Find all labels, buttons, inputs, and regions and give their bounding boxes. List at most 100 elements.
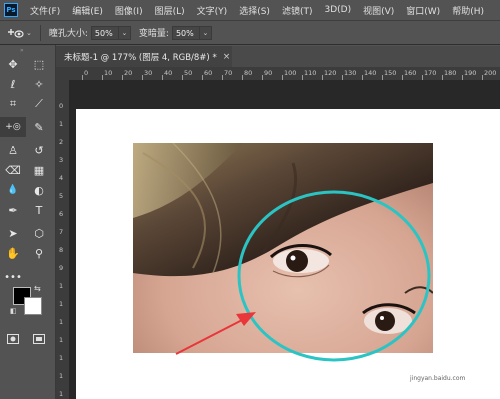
menu-3d[interactable]: 3D(D): [318, 5, 357, 15]
watermark-url: jingyan.baidu.com: [410, 375, 466, 382]
ruler-tick-label: 1: [59, 336, 64, 344]
ruler-tick-label: 5: [59, 192, 64, 200]
ruler-tick-label: 140: [364, 69, 377, 77]
ruler-origin[interactable]: [56, 67, 69, 80]
dodge-tool-icon[interactable]: ◐: [26, 180, 52, 200]
ruler-tick-label: 110: [304, 69, 317, 77]
menu-type[interactable]: 文字(Y): [191, 4, 234, 17]
tool-row: ✥ ⬚: [0, 54, 55, 74]
history-brush-tool-icon[interactable]: ↺: [26, 140, 52, 160]
ruler-tick-label: 1: [59, 120, 64, 128]
ruler-tick-label: 1: [59, 354, 64, 362]
quick-mask-icon[interactable]: [0, 329, 26, 349]
shape-tool-icon[interactable]: ⬡: [26, 223, 52, 243]
photoshop-logo[interactable]: Ps: [4, 3, 18, 17]
divider: [39, 24, 41, 41]
tool-row: ✒ T: [0, 200, 55, 220]
ruler-tick-label: 1: [59, 318, 64, 326]
red-eye-tool-icon[interactable]: +◎: [0, 117, 26, 137]
ruler-tick-label: 20: [124, 69, 133, 77]
ruler-tick-label: 1: [59, 282, 64, 290]
menu-view[interactable]: 视图(V): [357, 4, 400, 17]
type-tool-icon[interactable]: T: [26, 200, 52, 220]
tool-row: +◎ ✎: [0, 117, 55, 137]
screen-mode-icon[interactable]: [26, 329, 52, 349]
ruler-tick-label: 50: [184, 69, 193, 77]
clone-stamp-tool-icon[interactable]: ♙: [0, 140, 26, 160]
watermark-logo: Bai 经验: [396, 354, 446, 368]
tool-row: ⌗ ⟋: [0, 94, 55, 114]
menu-file[interactable]: 文件(F): [24, 4, 66, 17]
menu-bar: Ps 文件(F) 编辑(E) 图像(I) 图层(L) 文字(Y) 选择(S) 滤…: [0, 0, 500, 20]
ruler-tick-label: 9: [59, 264, 64, 272]
gradient-tool-icon[interactable]: ▦: [26, 160, 52, 180]
hand-tool-icon[interactable]: ✋: [0, 243, 26, 263]
tool-row: ✋ ⚲: [0, 243, 55, 263]
chevron-down-icon: ⌄: [26, 28, 32, 37]
tool-preset-picker[interactable]: ⌄: [8, 27, 32, 39]
swap-colors-icon[interactable]: ⇆: [34, 284, 41, 293]
toolbox: » ✥ ⬚ ℓ ✧ ⌗ ⟋ +◎ ✎ ♙ ↺ ⌫ ▦ 💧 ◐ ✒ T ➤ ⬡ ✋ ⚲ ••• ⇆ ◧: [0, 45, 56, 399]
default-colors-icon[interactable]: ◧: [10, 307, 17, 315]
pen-tool-icon[interactable]: ✒: [0, 200, 26, 220]
red-eye-icon: [8, 28, 24, 38]
horizontal-ruler[interactable]: 0 10 20 30 40 50 60 70 80 90 100 110 120 130 140 150 160…: [69, 67, 500, 80]
background-color-swatch[interactable]: [24, 297, 42, 315]
ruler-tick-label: 8: [59, 246, 64, 254]
document-tab-title: 未标题-1 @ 177% (图层 4, RGB/8#) *: [64, 52, 217, 63]
ruler-tick-label: 70: [224, 69, 233, 77]
ruler-tick-label: 80: [244, 69, 253, 77]
more-tools-icon[interactable]: •••: [0, 267, 26, 287]
crop-tool-icon[interactable]: ⌗: [0, 94, 26, 114]
ruler-tick-label: 1: [59, 372, 64, 380]
ruler-tick-label: 0: [84, 69, 89, 77]
brush-tool-icon[interactable]: ✎: [26, 117, 52, 137]
darken-amount-dropdown-button[interactable]: ⌄: [199, 25, 212, 40]
ruler-tick-label: 90: [264, 69, 273, 77]
tab-strip: [232, 46, 500, 67]
marquee-tool-icon[interactable]: ⬚: [26, 54, 52, 74]
close-icon[interactable]: ×: [223, 52, 231, 62]
ruler-tick-label: 180: [444, 69, 457, 77]
pupil-size-label: 瞳孔大小:: [48, 29, 88, 39]
menu-image[interactable]: 图像(I): [109, 4, 149, 17]
ruler-tick-label: 40: [164, 69, 173, 77]
ruler-tick-label: 7: [59, 228, 64, 236]
lasso-tool-icon[interactable]: ℓ: [0, 74, 26, 94]
darken-amount-input[interactable]: 50%: [171, 25, 200, 40]
tool-row: ♙ ↺: [0, 140, 55, 160]
pupil-size-input[interactable]: 50%: [90, 25, 119, 40]
move-tool-icon[interactable]: ✥: [0, 54, 26, 74]
zoom-tool-icon[interactable]: ⚲: [26, 243, 52, 263]
ruler-tick-label: 160: [404, 69, 417, 77]
ruler-tick-label: 1: [59, 300, 64, 308]
ruler-tick-label: 1: [59, 390, 64, 398]
eyedropper-tool-icon[interactable]: ⟋: [26, 94, 52, 114]
ruler-tick-label: 4: [59, 174, 64, 182]
menu-layer[interactable]: 图层(L): [149, 4, 191, 17]
eraser-tool-icon[interactable]: ⌫: [0, 160, 26, 180]
ruler-tick-label: 130: [344, 69, 357, 77]
face-photo: [133, 143, 433, 353]
ruler-tick-label: 170: [424, 69, 437, 77]
menu-window[interactable]: 窗口(W): [400, 4, 446, 17]
document-tab[interactable]: 未标题-1 @ 177% (图层 4, RGB/8#) * ×: [56, 46, 232, 67]
magic-wand-tool-icon[interactable]: ✧: [26, 74, 52, 94]
ruler-tick-label: 0: [59, 102, 64, 110]
menu-select[interactable]: 选择(S): [233, 4, 276, 17]
ruler-tick-label: 200: [484, 69, 497, 77]
ruler-tick-label: 60: [204, 69, 213, 77]
ruler-tick-label: 100: [284, 69, 297, 77]
ruler-tick-label: 2: [59, 138, 64, 146]
options-bar: ⌄ 瞳孔大小: 50% ⌄ 变暗量: 50% ⌄: [0, 20, 500, 45]
tool-row: ⌫ ▦: [0, 160, 55, 180]
tool-row: ℓ ✧: [0, 74, 55, 94]
path-selection-tool-icon[interactable]: ➤: [0, 223, 26, 243]
menu-help[interactable]: 帮助(H): [446, 4, 490, 17]
menu-filter[interactable]: 滤镜(T): [276, 4, 319, 17]
pupil-size-dropdown-button[interactable]: ⌄: [118, 25, 131, 40]
menu-edit[interactable]: 编辑(E): [66, 4, 109, 17]
tool-row: ➤ ⬡: [0, 223, 55, 243]
vertical-ruler[interactable]: 012345678911111111: [56, 80, 69, 399]
blur-tool-icon[interactable]: 💧: [0, 180, 26, 200]
